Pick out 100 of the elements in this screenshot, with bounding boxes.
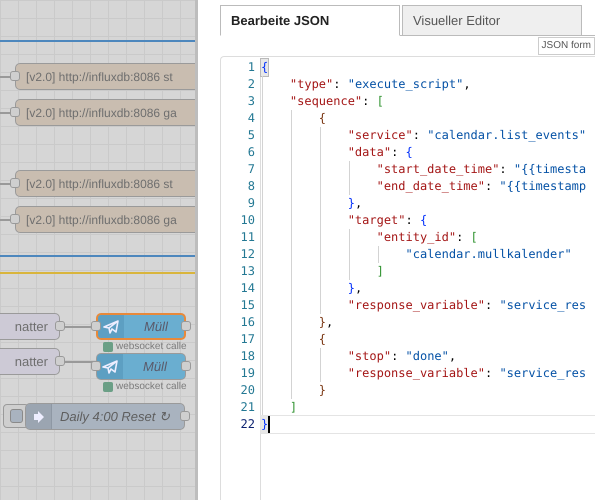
- flow-node[interactable]: natter: [0, 313, 60, 340]
- code-token: ,: [354, 195, 362, 212]
- code-token: "service_res: [499, 297, 586, 314]
- code-token: :: [484, 297, 494, 314]
- flow-node[interactable]: Daily 4:00 Reset ↻: [25, 403, 185, 430]
- line-number: 16: [240, 314, 255, 331]
- code-token: "response_variable": [348, 365, 485, 382]
- paper-plane-icon: [103, 320, 119, 334]
- code-token: }: [318, 382, 326, 399]
- line-number: 11: [240, 229, 255, 246]
- line-number: 22: [240, 416, 255, 433]
- code-token: "service_res: [499, 365, 586, 382]
- line-number: 15: [240, 297, 255, 314]
- line-number: 19: [240, 365, 255, 382]
- code-token: ]: [376, 263, 384, 280]
- code-token: "calendar.mullkalender": [406, 246, 572, 263]
- flow-node[interactable]: [v2.0] http://influxdb:8086 st: [15, 170, 195, 197]
- code-token: "done": [406, 348, 449, 365]
- code-token: :: [406, 212, 414, 229]
- line-number: 5: [248, 127, 255, 144]
- text-cursor: [268, 416, 270, 433]
- tab[interactable]: Visueller Editor: [402, 5, 582, 36]
- code-token: "stop": [348, 348, 392, 365]
- code-token: :: [456, 229, 464, 246]
- line-number: 1: [248, 59, 255, 76]
- line-number: 17: [240, 331, 255, 348]
- port-handle[interactable]: [10, 214, 20, 224]
- port-handle[interactable]: [10, 178, 20, 188]
- line-number: 2: [248, 76, 255, 93]
- line-number: 10: [240, 212, 255, 229]
- code-token: "start_date_time": [376, 161, 500, 178]
- flow-node[interactable]: Müll: [96, 353, 186, 380]
- code-token: }: [318, 314, 326, 331]
- code-token: :: [484, 178, 494, 195]
- line-number: 4: [248, 110, 255, 127]
- port-handle[interactable]: [55, 356, 65, 366]
- code-token: }: [348, 195, 355, 212]
- flow-node[interactable]: [v2.0] http://influxdb:8086 ga: [15, 99, 195, 126]
- arrow-icon: [32, 410, 44, 424]
- code-token: ,: [463, 76, 471, 93]
- code-token: "end_date_time": [376, 178, 485, 195]
- line-number: 13: [240, 263, 255, 280]
- port-handle[interactable]: [180, 411, 190, 421]
- code-token: {: [261, 59, 268, 76]
- port-handle[interactable]: [91, 361, 101, 371]
- line-number: 6: [248, 144, 255, 161]
- code-token: ,: [354, 280, 362, 297]
- code-token: :: [391, 348, 400, 365]
- port-handle[interactable]: [181, 321, 191, 331]
- line-number: 3: [248, 93, 255, 110]
- code-token: ,: [326, 314, 334, 331]
- code-token: "type": [290, 76, 334, 93]
- code-token: ,: [448, 348, 456, 365]
- code-token: {: [318, 331, 326, 348]
- port-handle[interactable]: [181, 361, 191, 371]
- line-number: 21: [240, 399, 255, 416]
- code-token: :: [333, 76, 342, 93]
- code-token: "target": [348, 212, 406, 229]
- code-token: }: [261, 416, 268, 433]
- code-editor[interactable]: [220, 56, 595, 500]
- tooltip: JSON form: [538, 37, 595, 55]
- code-token: "sequence": [290, 93, 362, 110]
- code-token: :: [362, 93, 370, 110]
- code-token: ]: [290, 399, 298, 416]
- code-token: "data": [348, 144, 392, 161]
- code-token: "response_variable": [348, 297, 485, 314]
- status-text: websocket calle: [116, 382, 187, 392]
- paper-plane-icon: [102, 360, 118, 374]
- code-token: "service": [348, 127, 413, 144]
- code-token: {: [318, 110, 326, 127]
- code-token: [: [376, 93, 384, 110]
- line-number: 9: [248, 195, 255, 212]
- port-handle[interactable]: [10, 107, 20, 117]
- port-handle[interactable]: [55, 321, 65, 331]
- code-token: :: [484, 365, 494, 382]
- flow-node[interactable]: natter: [0, 348, 60, 375]
- code-token: {: [406, 144, 413, 161]
- code-token: :: [391, 144, 400, 161]
- line-number: 18: [240, 348, 255, 365]
- flow-node[interactable]: Müll: [96, 313, 186, 340]
- status-text: websocket calle: [116, 342, 187, 352]
- code-token: "{{timesta: [514, 161, 586, 178]
- code-token: "calendar.list_events": [427, 127, 586, 144]
- code-token: "execute_script": [348, 76, 464, 93]
- line-number: 12: [240, 246, 255, 263]
- port-handle[interactable]: [91, 321, 101, 331]
- line-number: 14: [240, 280, 255, 297]
- line-number: 20: [240, 382, 255, 399]
- port-handle[interactable]: [10, 71, 20, 81]
- code-token: [: [470, 229, 478, 246]
- flow-node[interactable]: [v2.0] http://influxdb:8086 st: [15, 63, 195, 90]
- line-number: 7: [248, 161, 255, 178]
- code-token: }: [348, 280, 355, 297]
- code-token: {: [420, 212, 428, 229]
- line-number: 8: [248, 178, 255, 195]
- code-token: :: [499, 161, 508, 178]
- tab[interactable]: Bearbeite JSON: [220, 5, 400, 36]
- code-token: :: [412, 127, 421, 144]
- code-token: "{{timestamp: [499, 178, 586, 195]
- flow-node[interactable]: [v2.0] http://influxdb:8086 ga: [15, 206, 195, 233]
